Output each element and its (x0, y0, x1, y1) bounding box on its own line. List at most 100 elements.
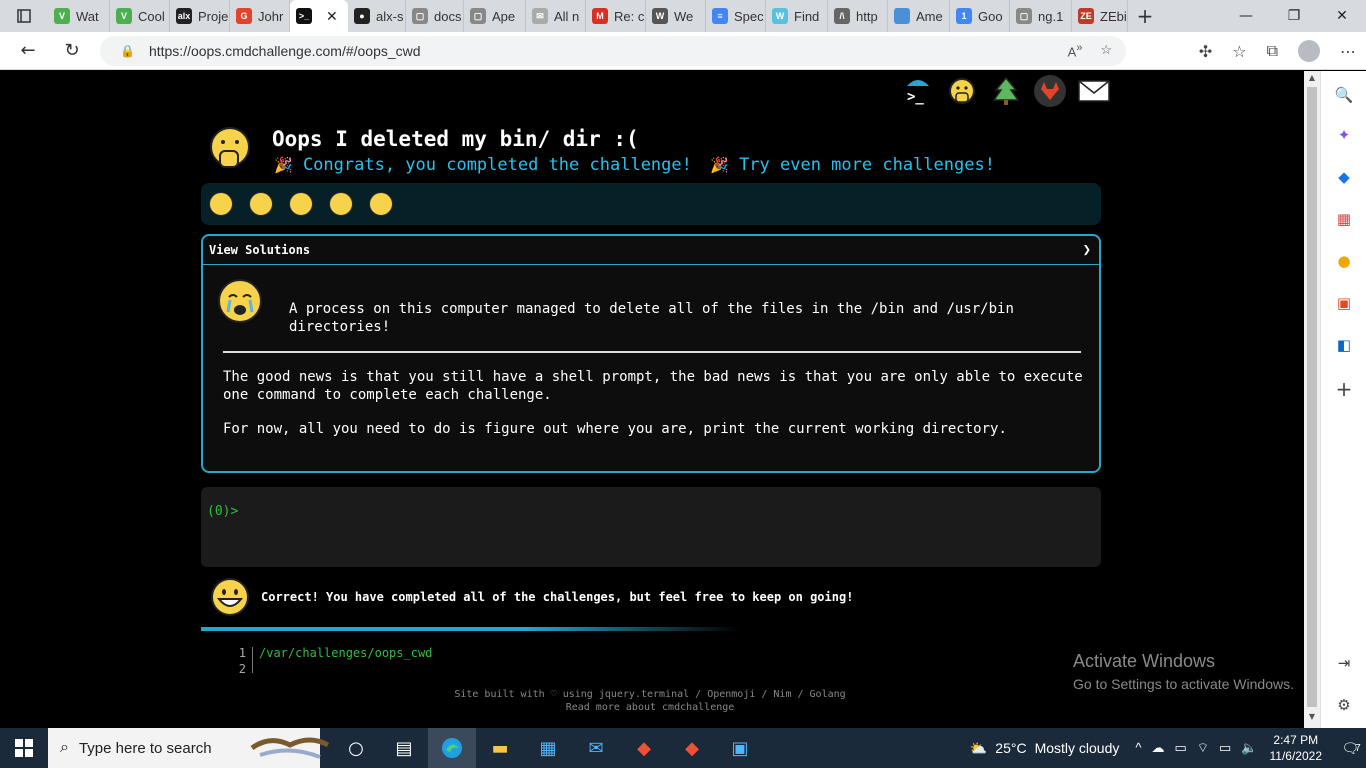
new-tab-button[interactable]: + (1128, 4, 1162, 28)
start-button[interactable] (0, 728, 48, 768)
git-gui-icon[interactable]: ◆ (668, 728, 716, 768)
browser-tab[interactable]: Ame (888, 0, 950, 32)
browser-tab[interactable]: G Johr (230, 0, 290, 32)
refresh-button[interactable]: ↻ (50, 32, 94, 70)
display-icon[interactable]: ▭ (1174, 740, 1186, 756)
browser-tab-bar: V Wat V Cool alx Proje G Johr >_ ✕ ● alx-s ▢ docs ▢ Ape… (0, 0, 1366, 32)
browser-tab[interactable]: 1 Goo (950, 0, 1010, 32)
browser-tab[interactable]: W We (646, 0, 706, 32)
notification-center-button[interactable]: 🗨 7 (1336, 740, 1366, 757)
browser-tab[interactable]: V Wat (48, 0, 110, 32)
mail-app-icon[interactable]: ✉ (572, 728, 620, 768)
browser-tab[interactable]: ✉ All n (526, 0, 586, 32)
scroll-up-icon[interactable]: ▲ (1304, 73, 1320, 87)
line-number: 2 (238, 662, 246, 676)
chevron-up-icon[interactable]: ^ (1135, 740, 1141, 756)
edge-taskbar-icon[interactable] (428, 728, 476, 768)
crying-face-icon[interactable] (209, 192, 233, 216)
relieved-face-icon[interactable] (369, 192, 393, 216)
scrollbar-thumb[interactable] (1307, 87, 1317, 707)
gitlab-icon[interactable] (1034, 75, 1066, 107)
terminal-icon[interactable]: >_ (902, 75, 934, 107)
mail-icon[interactable] (1078, 75, 1110, 107)
browser-tab[interactable]: ▢ ng.1 (1010, 0, 1072, 32)
office-icon[interactable]: ▣ (1332, 291, 1356, 315)
taskbar-search-box[interactable]: ⌕ Type here to search (48, 728, 330, 768)
lock-icon: 🔒 (120, 44, 135, 58)
system-tray: ⛅ 25°C Mostly cloudy ^ ☁ ▭ ⌔ ▭ 🔈 2:47 PM… (970, 728, 1366, 768)
browser-tab[interactable]: V Cool (110, 0, 170, 32)
more-challenges-link[interactable]: Try even more challenges! (739, 155, 995, 175)
read-aloud-icon[interactable]: A» (1068, 42, 1083, 59)
games-icon[interactable]: ● (1332, 249, 1356, 273)
tab-label: We (674, 8, 694, 24)
weather-widget[interactable]: ⛅ 25°C Mostly cloudy (970, 740, 1120, 757)
hide-sidebar-icon[interactable]: ⇥ (1332, 651, 1356, 675)
browser-tab[interactable]: ▢ Ape (464, 0, 526, 32)
shopping-tag-icon[interactable]: ◆ (1332, 165, 1356, 189)
watermark-subtitle: Go to Settings to activate Windows. (1073, 676, 1294, 692)
close-tab-icon[interactable]: ✕ (326, 8, 338, 25)
browser-tab[interactable]: /\ http (828, 0, 888, 32)
profile-avatar[interactable] (1298, 40, 1320, 62)
terminal-prompt: (0)> (207, 504, 239, 519)
microsoft-store-icon[interactable]: ▦ (524, 728, 572, 768)
congrats-line: 🎉 Congrats, you completed the challenge!… (274, 155, 995, 175)
cortana-icon[interactable]: ○ (332, 728, 380, 768)
tree-icon[interactable] (990, 75, 1022, 107)
minimize-button[interactable]: — (1222, 0, 1270, 32)
favorites-icon[interactable]: ☆ (1232, 42, 1246, 61)
tab-label: Ame (916, 8, 943, 24)
browser-tab[interactable]: ≡ Spec (706, 0, 766, 32)
collections-icon[interactable]: ⧉ (1267, 41, 1278, 61)
solution-editor[interactable]: 1/var/challenges/oops_cwd 2 (230, 647, 730, 676)
volume-icon[interactable]: 🔈 (1241, 740, 1257, 756)
tab-favicon-icon: ✉ (532, 8, 548, 24)
clock[interactable]: 2:47 PM 11/6/2022 (1270, 732, 1323, 764)
wifi-icon[interactable]: ⌔ (1197, 740, 1209, 756)
close-window-button[interactable]: ✕ (1318, 0, 1366, 32)
extensions-icon[interactable]: ✣ (1199, 42, 1212, 61)
footer-read-more-link[interactable]: Read more about cmdchallenge (400, 701, 900, 714)
sidebar-settings-icon[interactable]: ⚙ (1332, 693, 1356, 717)
tab-actions-button[interactable] (0, 0, 48, 32)
discover-icon[interactable]: ✦ (1332, 123, 1356, 147)
favorite-star-icon[interactable]: ☆ (1100, 42, 1112, 59)
browser-tab[interactable]: M Re: c (586, 0, 646, 32)
tab-favicon-icon: V (116, 8, 132, 24)
nervous-face-icon[interactable] (249, 192, 273, 216)
url-field[interactable]: 🔒 https://oops.cmdchallenge.com/#/oops_c… (100, 36, 1126, 66)
refresh-icon: ↻ (64, 40, 80, 61)
browser-tab[interactable]: W Find (766, 0, 828, 32)
outlook-icon[interactable]: ◧ (1332, 333, 1356, 357)
more-menu-icon[interactable]: ⋯ (1340, 42, 1356, 61)
browser-tab[interactable]: ZE ZEbi (1072, 0, 1128, 32)
congrats-text: Congrats, you completed the challenge! (302, 155, 692, 175)
browser-tab[interactable]: ● alx-s (348, 0, 406, 32)
onedrive-icon[interactable]: ☁ (1151, 740, 1164, 756)
file-explorer-icon[interactable]: ▬ (476, 728, 524, 768)
view-solutions-toggle[interactable]: View Solutions ❯ (203, 236, 1099, 265)
battery-icon[interactable]: ▭ (1219, 740, 1231, 756)
photos-app-icon[interactable]: ▣ (716, 728, 764, 768)
back-button[interactable]: ← (6, 32, 50, 70)
maximize-button[interactable]: ❐ (1270, 0, 1318, 32)
tab-label: Cool (138, 8, 165, 24)
tab-label: Wat (76, 8, 99, 24)
terminal[interactable]: (0)> (201, 487, 1101, 567)
browser-tab[interactable]: alx Proje (170, 0, 230, 32)
oops-face-icon[interactable] (946, 75, 978, 107)
task-view-icon[interactable]: ▤ (380, 728, 428, 768)
raised-eyebrow-face-icon[interactable] (329, 192, 353, 216)
scroll-down-icon[interactable]: ▼ (1304, 712, 1320, 726)
git-app-icon[interactable]: ◆ (620, 728, 668, 768)
tab-favicon-icon: W (772, 8, 788, 24)
page-scrollbar[interactable]: ▲ ▼ (1304, 71, 1320, 728)
worried-face-icon[interactable] (289, 192, 313, 216)
browser-tab[interactable]: ▢ docs (406, 0, 464, 32)
browser-tab[interactable]: >_ ✕ (290, 0, 348, 32)
tools-icon[interactable]: ▦ (1332, 207, 1356, 231)
divider (223, 351, 1081, 353)
search-icon[interactable]: 🔍 (1332, 83, 1356, 107)
add-sidebar-app-icon[interactable]: + (1332, 377, 1356, 401)
